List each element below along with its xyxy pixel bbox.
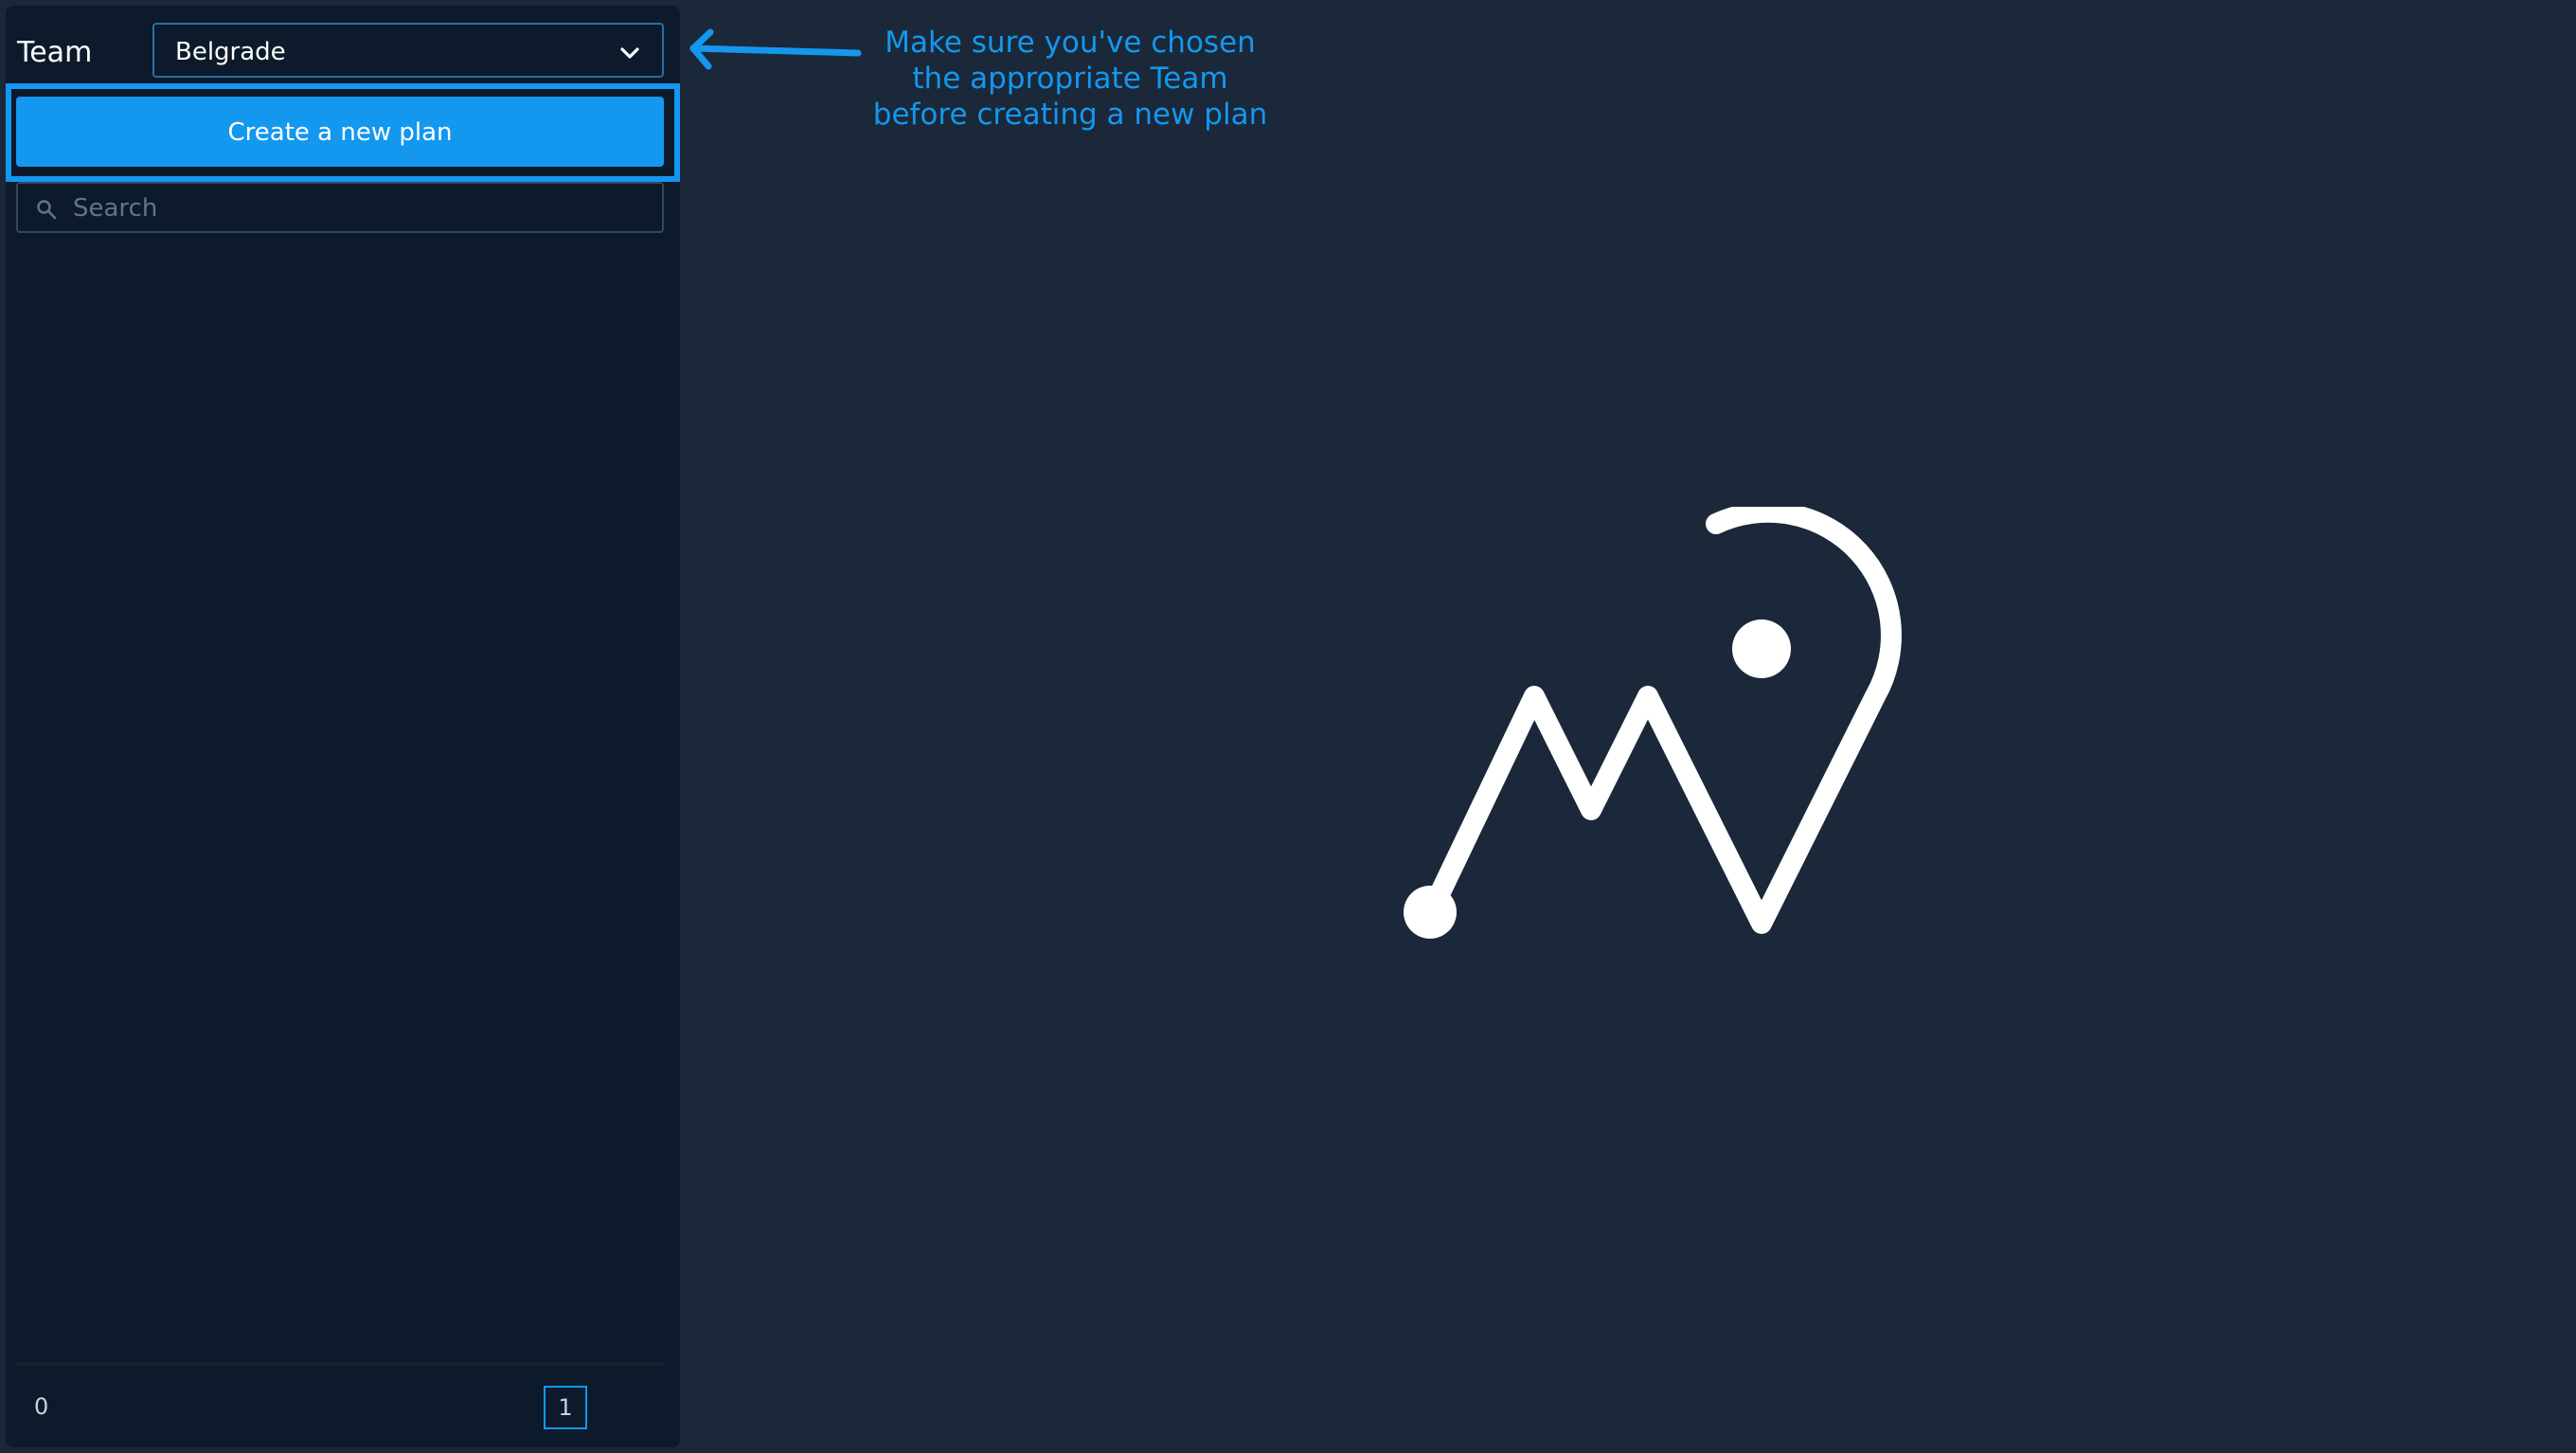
search-input[interactable] bbox=[71, 189, 653, 227]
annotation-line-3: before creating a new plan bbox=[872, 98, 1268, 132]
create-plan-button[interactable]: Create a new plan bbox=[16, 97, 664, 167]
annotation-note: Make sure you've chosen the appropriate … bbox=[833, 25, 1307, 133]
search-icon bbox=[37, 200, 57, 220]
team-select[interactable]: Belgrade bbox=[152, 23, 664, 78]
annotation-line-1: Make sure you've chosen bbox=[885, 26, 1256, 60]
app-window: Team Belgrade Create a new plan 0 1 Make… bbox=[0, 0, 2576, 1453]
sidebar: Team Belgrade Create a new plan 0 1 bbox=[6, 6, 680, 1447]
search-box[interactable] bbox=[16, 182, 664, 233]
annotation-line-2: the appropriate Team bbox=[912, 62, 1228, 96]
chevron-down-icon bbox=[620, 47, 639, 59]
pagination-page-1[interactable]: 1 bbox=[544, 1386, 587, 1429]
app-logo bbox=[1404, 507, 1902, 939]
footer-divider bbox=[16, 1362, 664, 1366]
team-select-value: Belgrade bbox=[175, 38, 286, 66]
team-label: Team bbox=[17, 36, 93, 69]
footer-count: 0 bbox=[34, 1393, 49, 1420]
